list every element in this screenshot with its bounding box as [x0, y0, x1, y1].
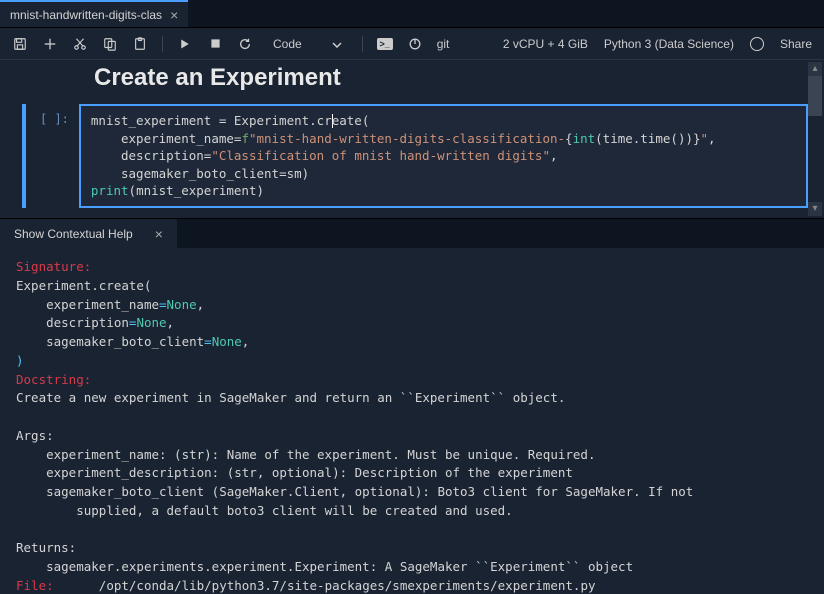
- docstring-label: Docstring:: [16, 372, 91, 387]
- save-icon[interactable]: [12, 36, 28, 52]
- stop-icon[interactable]: [207, 36, 223, 52]
- tab-label: mnist-handwritten-digits-clas: [10, 8, 162, 22]
- toolbar-right: 2 vCPU + 4 GiB Python 3 (Data Science) S…: [503, 37, 812, 51]
- markdown-heading: Create an Experiment: [94, 64, 808, 92]
- help-tab-label: Show Contextual Help: [14, 227, 133, 241]
- close-icon[interactable]: ×: [170, 7, 178, 23]
- contextual-help-tab[interactable]: Show Contextual Help ×: [0, 219, 177, 248]
- compute-label[interactable]: 2 vCPU + 4 GiB: [503, 37, 588, 51]
- scroll-down-icon[interactable]: ▾: [808, 202, 822, 216]
- contextual-help-content: Signature: Experiment.create( experiment…: [0, 248, 824, 594]
- code-editor[interactable]: mnist_experiment = Experiment.create( ex…: [79, 104, 808, 208]
- file-tabs: mnist-handwritten-digits-clas ×: [0, 0, 824, 28]
- scrollbar[interactable]: ▴ ▾: [808, 62, 822, 216]
- signature-label: Signature:: [16, 259, 91, 274]
- scroll-thumb[interactable]: [808, 76, 822, 116]
- chevron-down-icon: [332, 37, 342, 51]
- cell-type-label: Code: [273, 37, 302, 51]
- terminal-icon[interactable]: >_: [377, 38, 393, 50]
- separator: [362, 36, 363, 52]
- kernel-label[interactable]: Python 3 (Data Science): [604, 37, 734, 51]
- file-value: /opt/conda/lib/python3.7/site-packages/s…: [99, 578, 596, 593]
- close-icon[interactable]: ×: [155, 226, 163, 242]
- notebook-area: Create an Experiment [ ]: mnist_experime…: [0, 60, 824, 218]
- kernel-status-icon[interactable]: [750, 37, 764, 51]
- cell-type-dropdown[interactable]: Code: [267, 35, 348, 53]
- cell-prompt: [ ]:: [26, 104, 79, 208]
- run-icon[interactable]: [177, 36, 193, 52]
- notebook-tab[interactable]: mnist-handwritten-digits-clas ×: [0, 0, 188, 27]
- file-label: File:: [16, 578, 54, 593]
- paste-icon[interactable]: [132, 36, 148, 52]
- add-cell-icon[interactable]: [42, 36, 58, 52]
- separator: [162, 36, 163, 52]
- copy-icon[interactable]: [102, 36, 118, 52]
- code-cell[interactable]: [ ]: mnist_experiment = Experiment.creat…: [22, 104, 808, 208]
- notebook-toolbar: Code >_ git 2 vCPU + 4 GiB Python 3 (Dat…: [0, 28, 824, 60]
- git-label[interactable]: git: [437, 37, 450, 51]
- power-icon[interactable]: [407, 36, 423, 52]
- toolbar-left: Code >_ git: [12, 35, 449, 53]
- help-tabs: Show Contextual Help ×: [0, 218, 824, 248]
- scroll-up-icon[interactable]: ▴: [808, 62, 822, 76]
- restart-icon[interactable]: [237, 36, 253, 52]
- cut-icon[interactable]: [72, 36, 88, 52]
- share-button[interactable]: Share: [780, 37, 812, 51]
- docstring-body: Create a new experiment in SageMaker and…: [16, 390, 693, 574]
